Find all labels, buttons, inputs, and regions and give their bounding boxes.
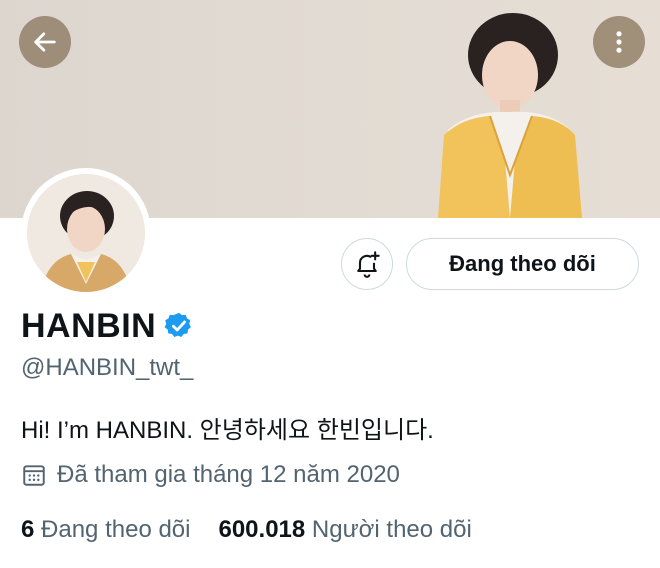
display-name: HANBIN [21, 306, 157, 345]
back-button[interactable] [19, 16, 71, 68]
join-date: Đã tham gia tháng 12 năm 2020 [21, 461, 400, 489]
more-options-button[interactable] [593, 16, 645, 68]
notifications-button[interactable] [341, 238, 393, 290]
avatar[interactable] [21, 168, 151, 298]
calendar-icon [23, 465, 45, 486]
bell-plus-icon [357, 251, 380, 278]
verified-badge-icon [164, 312, 192, 337]
follow-stats: 6 Đang theo dõi 600.018 Người theo dõi [21, 516, 472, 544]
join-date-text: Đã tham gia tháng 12 năm 2020 [57, 461, 400, 488]
followers-stat[interactable]: 600.018 Người theo dõi [218, 516, 471, 544]
following-count: 6 [21, 516, 35, 543]
more-vertical-icon [616, 31, 622, 53]
following-button[interactable]: Đang theo dõi [406, 238, 639, 290]
followers-count: 600.018 [218, 516, 306, 543]
profile-bio: Hi! I’m HANBIN. 안녕하세요 한빈입니다. [21, 417, 434, 444]
following-stat[interactable]: 6 Đang theo dõi [21, 516, 190, 544]
display-name-row: HANBIN [21, 304, 194, 348]
followers-label: Người theo dõi [311, 516, 472, 543]
avatar-photo [27, 174, 145, 292]
following-label: Đang theo dõi [41, 516, 191, 543]
arrow-left-icon [34, 32, 56, 52]
username-handle: @HANBIN_twt_ [21, 354, 194, 381]
